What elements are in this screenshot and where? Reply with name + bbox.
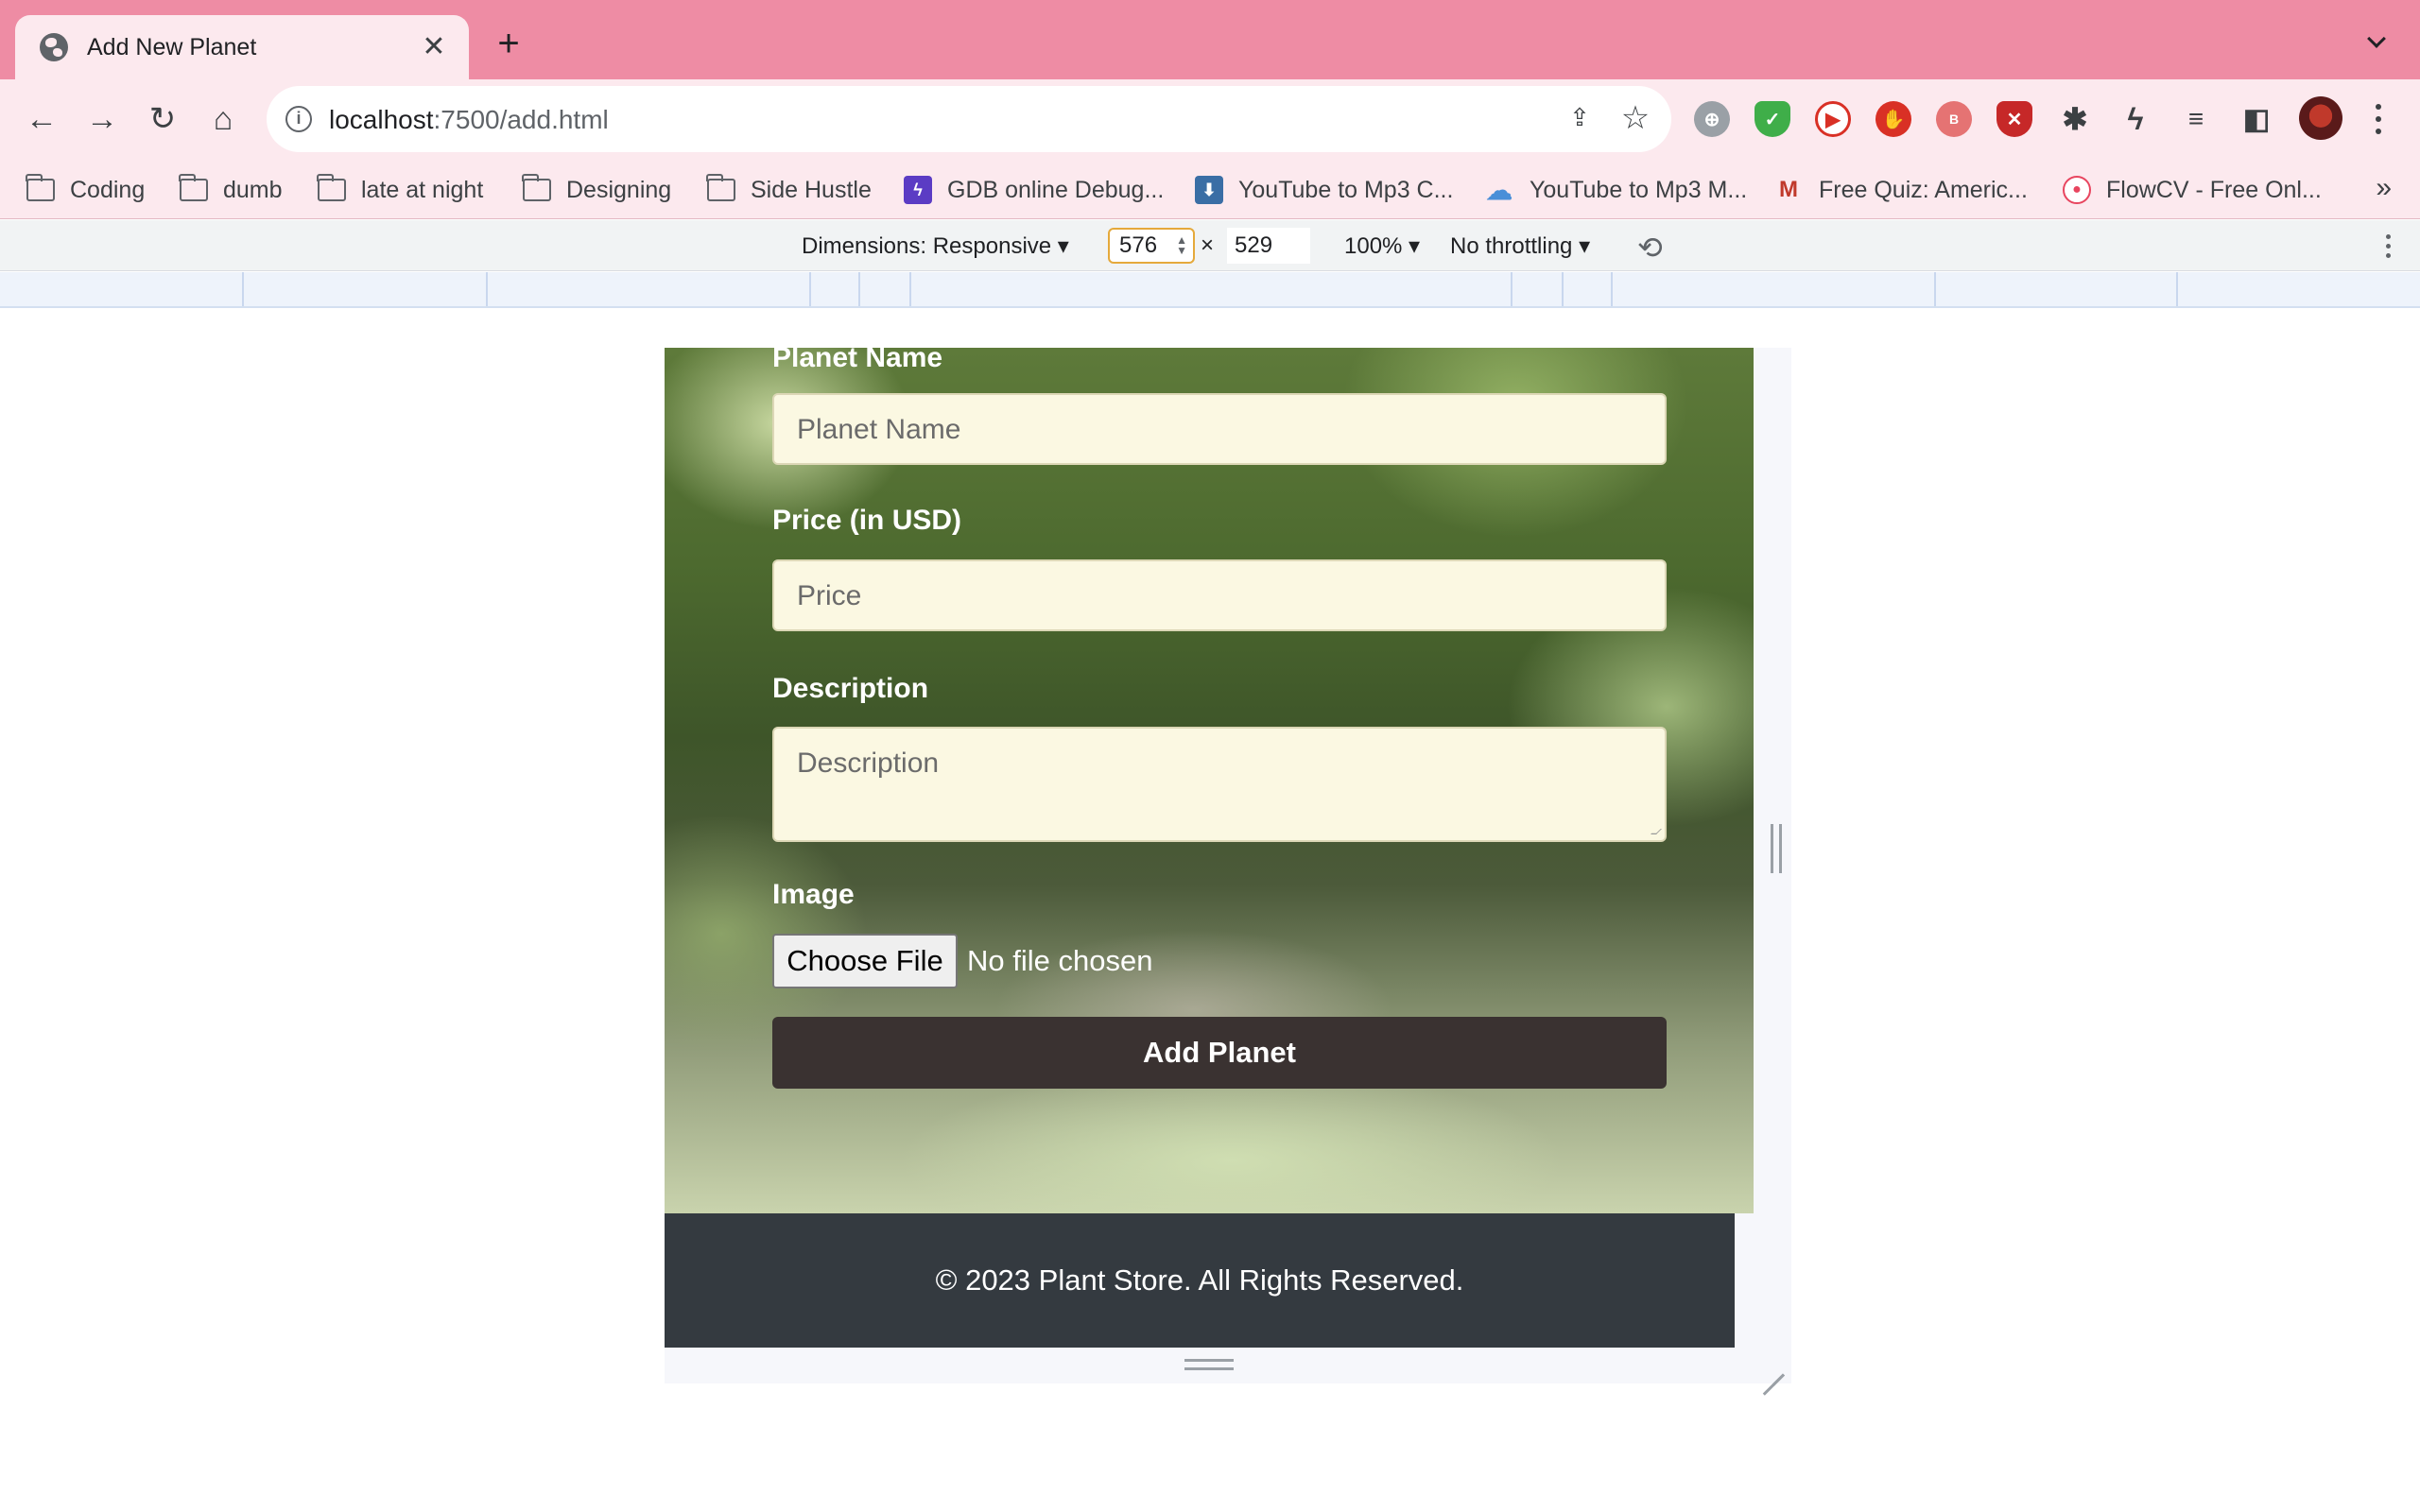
width-input[interactable]: 576 ▲ ▼: [1108, 228, 1195, 264]
bookmarks-bar: Coding dumb late at night Designing Side…: [0, 159, 2420, 219]
url-text[interactable]: localhost:7500/add.html: [329, 105, 609, 135]
planet-name-input[interactable]: Planet Name: [772, 393, 1667, 465]
bookmark-folder-dumb[interactable]: dumb: [179, 174, 283, 206]
image-label: Image: [772, 879, 855, 910]
zoom-dropdown[interactable]: 100% ▾: [1344, 232, 1420, 260]
footer-copyright: © 2023 Plant Store. All Rights Reserved.: [935, 1263, 1464, 1297]
close-tab-icon[interactable]: ✕: [418, 31, 450, 63]
shield-extension-icon[interactable]: ✓: [1754, 101, 1790, 137]
cloud-download-icon: ☁: [1486, 175, 1512, 205]
lightning-extension-icon[interactable]: ϟ: [2118, 101, 2153, 137]
resize-handle-corner[interactable]: [1759, 1351, 1786, 1378]
description-textarea[interactable]: Description: [772, 727, 1667, 842]
site-info-icon[interactable]: i: [285, 106, 312, 132]
tab-title: Add New Planet: [87, 33, 257, 60]
tab-strip: Add New Planet ✕ +: [0, 0, 2420, 79]
bookmark-free-quiz[interactable]: M Free Quiz: Americ...: [1773, 174, 2028, 206]
quiz-icon: M: [1779, 177, 1798, 202]
stop-hand-extension-icon[interactable]: ✋: [1876, 101, 1911, 137]
folder-icon: [317, 174, 346, 201]
media-controls-icon[interactable]: ≡: [2178, 101, 2214, 137]
bookmark-star-icon[interactable]: ☆: [1618, 99, 1652, 137]
bookmark-folder-side-hustle[interactable]: Side Hustle: [706, 174, 872, 206]
b-extension-icon[interactable]: B: [1936, 101, 1972, 137]
spinner-icon[interactable]: ▲ ▼: [1176, 234, 1187, 256]
tab-search-chevron-icon[interactable]: [2367, 32, 2386, 51]
resize-handle-bottom[interactable]: [1184, 1359, 1234, 1370]
block-extension-icon[interactable]: ✕: [1996, 101, 2032, 137]
back-arrow-icon[interactable]: ←: [21, 98, 62, 140]
choose-file-button[interactable]: Choose File: [772, 934, 958, 988]
folder-icon: [179, 174, 208, 201]
translate-extension-icon[interactable]: ⊕: [1694, 101, 1730, 137]
throttling-dropdown[interactable]: No throttling ▾: [1450, 232, 1590, 260]
bookmark-gdb-online[interactable]: ϟ GDB online Debug...: [904, 174, 1164, 206]
flowcv-icon: ●: [2063, 176, 2091, 204]
folder-icon: [706, 174, 735, 201]
browser-toolbar: ← → ↻ ⌂ i localhost:7500/add.html ⇪ ☆ ⊕ …: [0, 79, 2420, 159]
emulated-viewport: Planet Name Planet Name Price (in USD) P…: [665, 348, 1791, 1383]
bookmark-folder-coding[interactable]: Coding: [26, 174, 145, 206]
reload-icon[interactable]: ↻: [142, 98, 183, 140]
media-query-bar[interactable]: [0, 272, 2420, 308]
rotate-icon[interactable]: ⟲: [1637, 230, 1663, 266]
price-label: Price (in USD): [772, 505, 962, 536]
device-toolbar: Dimensions: Responsive ▾ 576 ▲ ▼ × 529 100…: [0, 220, 2420, 271]
price-input[interactable]: Price: [772, 559, 1667, 631]
more-bookmarks-chevron-icon[interactable]: »: [2376, 172, 2392, 204]
side-panel-icon[interactable]: ◧: [2238, 101, 2274, 137]
forward-arrow-icon[interactable]: →: [81, 98, 123, 140]
planet-name-label: Planet Name: [772, 348, 943, 373]
height-input[interactable]: 529: [1227, 228, 1310, 264]
add-planet-button[interactable]: Add Planet: [772, 1017, 1667, 1089]
resize-handle-right[interactable]: [1771, 824, 1782, 873]
gdb-icon: ϟ: [904, 176, 932, 204]
share-icon[interactable]: ⇪: [1564, 103, 1596, 135]
folder-icon: [522, 174, 551, 201]
resize-grip-icon[interactable]: [1651, 829, 1662, 834]
address-bar[interactable]: i localhost:7500/add.html ⇪ ☆: [267, 86, 1671, 152]
bookmark-youtube-mp3-c[interactable]: ⬇ YouTube to Mp3 C...: [1195, 174, 1453, 206]
footer: © 2023 Plant Store. All Rights Reserved.: [665, 1213, 1735, 1348]
new-tab-button[interactable]: +: [490, 25, 527, 62]
folder-icon: [26, 174, 55, 201]
bookmark-flowcv[interactable]: ● FlowCV - Free Onl...: [2063, 174, 2322, 206]
bookmark-youtube-mp3-m[interactable]: ☁ YouTube to Mp3 M...: [1484, 174, 1747, 206]
extensions-puzzle-icon[interactable]: ✱: [2057, 101, 2093, 137]
globe-icon: [40, 33, 68, 61]
browser-menu-icon[interactable]: [2371, 100, 2386, 138]
dimensions-dropdown[interactable]: Dimensions: Responsive ▾: [802, 232, 1069, 260]
times-separator: ×: [1201, 232, 1215, 258]
image-file-input: Choose File No file chosen: [772, 934, 1152, 988]
page-content: Planet Name Planet Name Price (in USD) P…: [665, 348, 1754, 1348]
description-label: Description: [772, 673, 929, 704]
bookmark-folder-designing[interactable]: Designing: [522, 174, 671, 206]
device-toolbar-menu-icon[interactable]: [2384, 232, 2392, 260]
tab-add-new-planet[interactable]: Add New Planet ✕: [15, 15, 469, 79]
profile-avatar[interactable]: [2299, 96, 2342, 140]
bookmark-folder-late-at-night[interactable]: late at night: [317, 174, 483, 206]
download-icon: ⬇: [1195, 176, 1223, 204]
file-status-text: No file chosen: [967, 944, 1153, 977]
home-icon[interactable]: ⌂: [202, 98, 244, 140]
record-extension-icon[interactable]: ▶: [1815, 101, 1851, 137]
